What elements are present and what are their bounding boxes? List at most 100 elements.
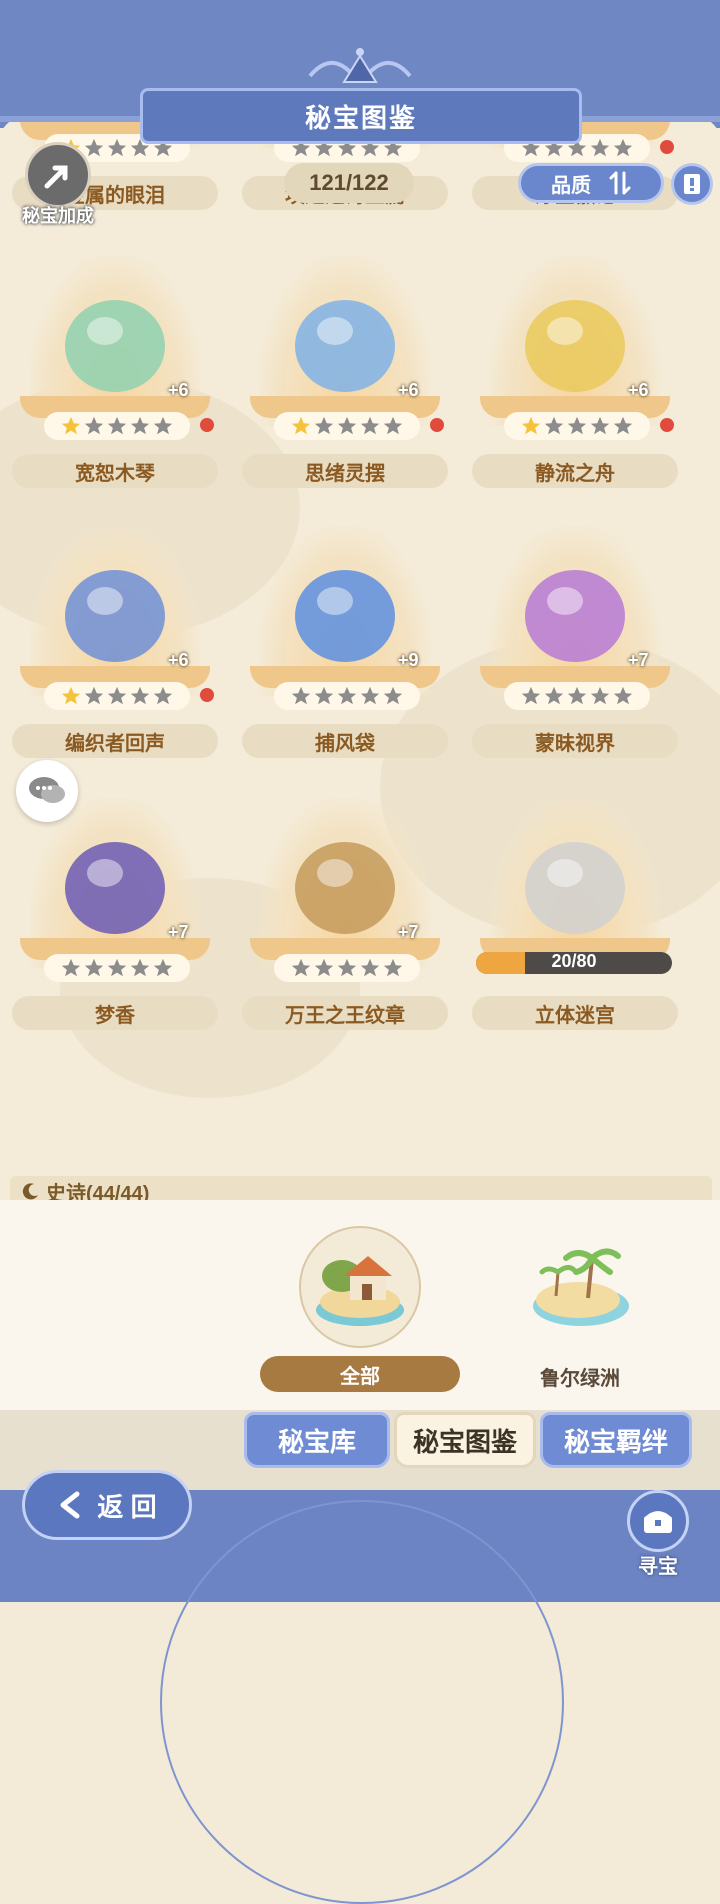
star-icon [590, 686, 610, 705]
star-icon [107, 416, 127, 435]
back-label: 返 回 [97, 1491, 157, 1522]
tab-treasure-atlas[interactable]: 秘宝图鉴 [394, 1412, 536, 1468]
region-oasis[interactable] [526, 1236, 636, 1346]
star-icon [360, 958, 380, 977]
star-icon [314, 416, 334, 435]
card-name: 思绪灵摆 [242, 454, 448, 488]
chat-bubble-icon [29, 777, 65, 803]
star-icon [383, 416, 403, 435]
sort-label: 品质 [551, 174, 591, 197]
treasure-card[interactable]: +7 万王之王纹章 [240, 798, 450, 1058]
star-icon [544, 416, 564, 435]
card-name: 梦香 [12, 996, 218, 1030]
star-icon [130, 416, 150, 435]
info-book-icon [684, 174, 700, 194]
star-icon [107, 958, 127, 977]
star-rating [44, 682, 190, 710]
tab-treasure-library[interactable]: 秘宝库 [244, 1412, 390, 1468]
treasure-card[interactable]: +6 编织者回声 [10, 526, 220, 786]
treasure-card[interactable]: +6 宽恕木琴 [10, 256, 220, 516]
treasure-hunt-button[interactable]: 寻宝 [622, 1490, 694, 1578]
star-icon [383, 958, 403, 977]
star-icon [314, 686, 334, 705]
crest-ornament [308, 48, 412, 83]
card-level: +7 [398, 922, 419, 942]
treasure-label: 寻宝 [638, 1556, 678, 1578]
treasure-art-icon [65, 842, 165, 934]
tab-treasure-bond[interactable]: 秘宝羁绊 [540, 1412, 692, 1468]
treasure-art-icon [525, 842, 625, 934]
star-icon [337, 416, 357, 435]
bonus-button[interactable]: 秘宝加成 [8, 142, 108, 226]
treasure-card[interactable]: +7 梦香 [10, 798, 220, 1058]
star-icon [314, 958, 334, 977]
star-icon [291, 686, 311, 705]
star-icon [291, 958, 311, 977]
star-icon [360, 686, 380, 705]
treasure-art-icon [525, 300, 625, 392]
sort-toggle-icon [609, 171, 631, 195]
fragment-progress: 20/80 [476, 952, 672, 974]
card-name: 捕风袋 [242, 724, 448, 758]
star-icon [61, 958, 81, 977]
new-indicator-dot [200, 688, 214, 702]
moon-icon [22, 1183, 38, 1200]
card-level: +6 [628, 380, 649, 400]
treasure-card[interactable]: +6 静流之舟 [470, 256, 680, 516]
star-icon [84, 416, 104, 435]
card-level: +7 [628, 650, 649, 670]
star-icon [107, 686, 127, 705]
star-rating [504, 682, 650, 710]
card-level: +7 [168, 922, 189, 942]
region-oasis-label[interactable]: 鲁尔绿洲 [520, 1362, 640, 1391]
card-name: 立体迷宫 [472, 996, 678, 1030]
oasis-island-icon [533, 1248, 629, 1326]
back-arrow-icon [60, 1491, 80, 1519]
region-all-label[interactable]: 全部 [260, 1356, 460, 1392]
star-icon [521, 686, 541, 705]
star-rating [44, 954, 190, 982]
star-rating [274, 412, 420, 440]
star-icon [61, 416, 81, 435]
star-icon [360, 416, 380, 435]
info-button[interactable] [671, 163, 713, 205]
treasure-card[interactable]: 20/80 立体迷宫 [470, 798, 680, 1058]
card-name: 静流之舟 [472, 454, 678, 488]
collection-counter: 121/122 [284, 163, 414, 203]
star-icon [567, 416, 587, 435]
card-name: 万王之王纹章 [242, 996, 448, 1030]
new-indicator-dot [430, 418, 444, 432]
star-icon [84, 686, 104, 705]
card-name: 蒙昧视界 [472, 724, 678, 758]
sort-quality-button[interactable]: 品质 [518, 163, 664, 203]
back-button[interactable]: 返 回 [22, 1470, 192, 1540]
region-all[interactable] [292, 1222, 428, 1352]
parchment-background: +7金属的眼泪+7埃达之诗正篇+8浮金徽记+6宽恕木琴+6思绪灵摆+6静流之舟+… [0, 118, 720, 1203]
chat-button[interactable] [16, 760, 78, 822]
treasure-card[interactable]: +9 捕风袋 [240, 526, 450, 786]
card-level: +6 [398, 380, 419, 400]
progress-text: 20/80 [551, 952, 597, 971]
treasure-art-icon [65, 300, 165, 392]
treasure-card[interactable]: +6 思绪灵摆 [240, 256, 450, 516]
star-icon [590, 138, 610, 157]
bonus-arrow-icon [25, 142, 91, 208]
card-level: +6 [168, 650, 189, 670]
star-rating [504, 412, 650, 440]
page-title: 秘宝图鉴 [140, 88, 582, 144]
treasure-chest-icon [627, 1490, 689, 1552]
new-indicator-dot [660, 140, 674, 154]
island-house-icon [299, 1226, 421, 1348]
treasure-art-icon [295, 842, 395, 934]
star-icon [383, 686, 403, 705]
treasure-art-icon [295, 300, 395, 392]
star-icon [291, 416, 311, 435]
bonus-label: 秘宝加成 [22, 206, 94, 226]
card-name: 宽恕木琴 [12, 454, 218, 488]
treasure-card[interactable]: +7 蒙昧视界 [470, 526, 680, 786]
treasure-art-icon [525, 570, 625, 662]
card-level: +9 [398, 650, 419, 670]
treasure-art-icon [295, 570, 395, 662]
star-icon [613, 686, 633, 705]
star-icon [130, 958, 150, 977]
